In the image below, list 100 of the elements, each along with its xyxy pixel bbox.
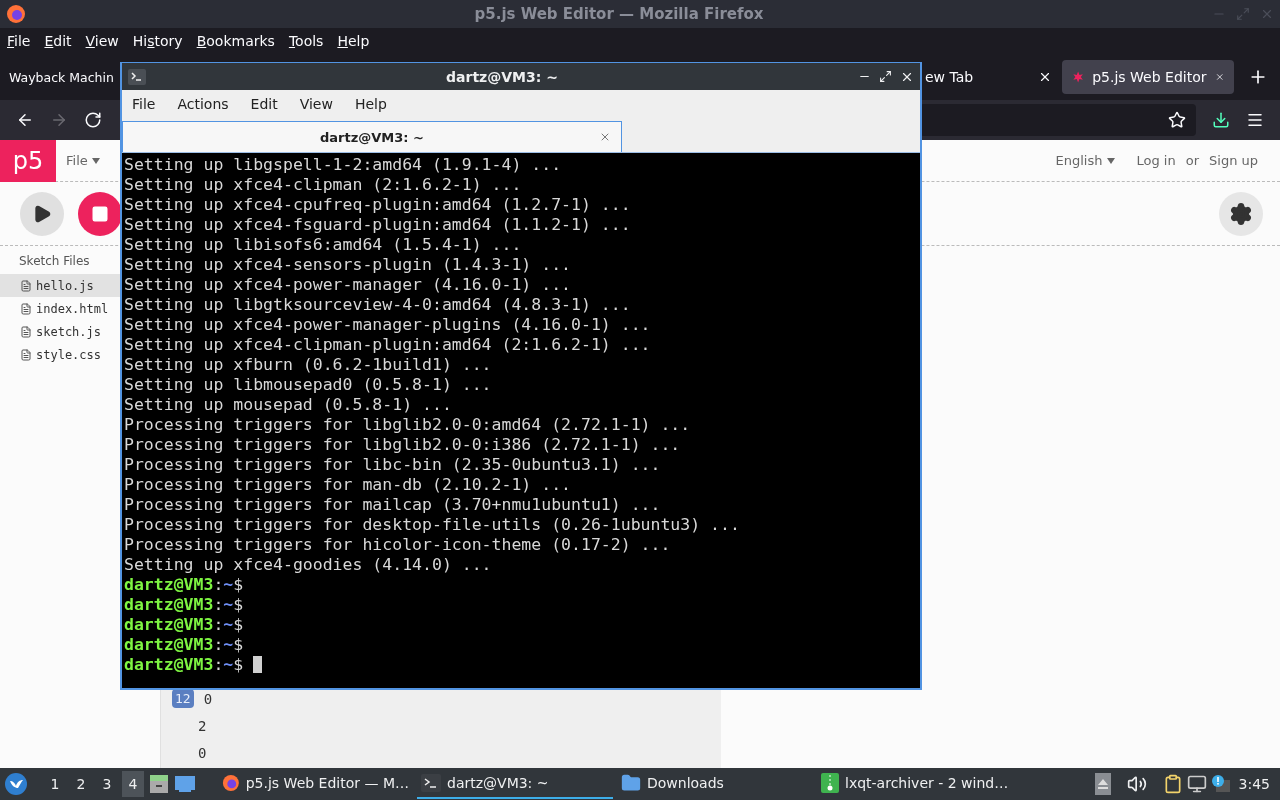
browser-tab[interactable]: ew Tab: [922, 60, 1062, 94]
file-cabinet-icon[interactable]: [148, 773, 170, 795]
or-text: or: [1185, 153, 1199, 168]
workspace-button[interactable]: 1: [44, 771, 66, 797]
sidebar-item[interactable]: hello.js: [0, 274, 120, 297]
taskbar-task[interactable]: Downloads: [617, 769, 813, 799]
maximize-icon[interactable]: [879, 69, 892, 83]
terminal-line: Processing triggers for desktop-file-utils (0.26-1ubuntu3) ...: [124, 515, 741, 535]
menu-item[interactable]: Bookmarks: [196, 33, 275, 49]
clock: 3:45: [1238, 776, 1270, 792]
file-name: sketch.js: [36, 324, 102, 339]
reload-icon[interactable]: [84, 111, 102, 129]
terminal-line: Setting up xfce4-clipman (2:1.6.2-1) ...: [124, 175, 523, 195]
file-icon: [20, 325, 32, 338]
menu-icon[interactable]: [1246, 111, 1264, 129]
browser-tab[interactable]: p5.js Web Editor: [1062, 60, 1234, 94]
close-icon[interactable]: [1038, 70, 1052, 84]
firefox-icon: [6, 4, 26, 24]
download-icon[interactable]: [1212, 111, 1230, 129]
terminal-line: Setting up libgtksourceview-4-0:amd64 (4.8.3-1) ...: [124, 295, 632, 315]
menu-item[interactable]: Tools: [288, 33, 324, 49]
menu-item[interactable]: Actions: [177, 96, 229, 112]
terminal-line: Setting up xfce4-fsguard-plugin:amd64 (1.1.2-1) ...: [124, 215, 632, 235]
browser-tab[interactable]: Wayback Machin: [0, 60, 114, 94]
terminal-line: Setting up xfce4-cpufreq-plugin:amd64 (1.2.7-1) ...: [124, 195, 632, 215]
terminal-line: Setting up libisofs6:amd64 (1.5.4-1) ...: [124, 235, 523, 255]
workspace-button[interactable]: 3: [96, 771, 118, 797]
menu-item[interactable]: File: [7, 33, 31, 49]
window-title: p5.js Web Editor — Mozilla Firefox: [473, 5, 765, 23]
star-icon[interactable]: [1168, 111, 1186, 129]
prompt-line: dartz@VM3:~$: [124, 615, 245, 635]
line-number: 2: [198, 717, 207, 734]
archive-icon: [821, 773, 839, 793]
menu-item[interactable]: View: [299, 96, 333, 112]
language-menu[interactable]: English: [1055, 153, 1115, 168]
terminal-line: Setting up xfburn (0.6.2-1build1) ...: [124, 355, 493, 375]
terminal-line: Setting up xfce4-goodies (4.14.0) ...: [124, 555, 493, 575]
prompt-line: dartz@VM3:~$: [124, 595, 245, 615]
workspace-button[interactable]: 4: [122, 771, 144, 797]
menu-item[interactable]: Help: [354, 96, 387, 112]
caret-icon: [1106, 157, 1115, 164]
caret-icon: [91, 157, 100, 164]
signup-link[interactable]: Sign up: [1209, 153, 1258, 168]
desktop-icon[interactable]: [174, 774, 196, 794]
play-button[interactable]: [20, 191, 64, 236]
taskbar-task[interactable]: dartz@VM3: ~: [417, 769, 613, 799]
prompt-line: dartz@VM3:~$: [124, 655, 920, 675]
terminal-line: Setting up mousepad (0.5.8-1) ...: [124, 395, 453, 415]
login-link[interactable]: Log in: [1136, 153, 1176, 168]
terminal-line: Processing triggers for libglib2.0-0:i386 (2.72.1-1) ...: [124, 435, 682, 455]
volume-icon[interactable]: [1126, 774, 1147, 794]
sidebar-item[interactable]: sketch.js: [0, 320, 120, 343]
file-icon: [20, 302, 32, 315]
file-icon: [20, 279, 32, 292]
sidebar-title: Sketch Files: [18, 254, 91, 270]
settings-icon: [1229, 201, 1253, 226]
terminal-line: Processing triggers for libc-bin (2.35-0ubuntu3.1) ...: [124, 455, 662, 475]
taskbar-task[interactable]: lxqt-archiver - 2 wind…: [817, 769, 1017, 799]
p5-logo[interactable]: p5: [0, 139, 56, 182]
workspace-button[interactable]: 2: [70, 771, 92, 797]
start-menu-icon[interactable]: [4, 772, 28, 796]
file-menu[interactable]: File: [66, 153, 100, 168]
notification-icon[interactable]: [1210, 774, 1231, 794]
menu-item[interactable]: View: [85, 33, 119, 49]
terminal-line: Processing triggers for hicolor-icon-theme (0.17-2) ...: [124, 535, 672, 555]
sidebar-item[interactable]: index.html: [0, 297, 120, 320]
menu-item[interactable]: Edit: [250, 96, 278, 112]
file-name: style.css: [36, 347, 102, 362]
file-icon: [20, 348, 32, 361]
line-number: 0: [203, 690, 213, 707]
stop-icon: [91, 204, 109, 223]
sidebar-item[interactable]: style.css: [0, 343, 120, 366]
menu-item[interactable]: Help: [337, 33, 370, 49]
settings-button[interactable]: [1219, 191, 1263, 236]
terminal-line: Setting up xfce4-clipman-plugin:amd64 (2:1.6.2-1) ...: [124, 335, 652, 355]
menu-item[interactable]: History: [132, 33, 183, 49]
terminal-line: Setting up libgspell-1-2:amd64 (1.9.1-4) ...: [124, 155, 563, 175]
terminal-line: Processing triggers for mailcap (3.70+nmu1ubuntu1) ...: [124, 495, 662, 515]
terminal-line: Processing triggers for man-db (2.10.2-1) ...: [124, 475, 573, 495]
terminal-line: Setting up xfce4-sensors-plugin (1.4.3-1) ...: [124, 255, 573, 275]
prompt-line: dartz@VM3:~$: [124, 635, 245, 655]
back-icon[interactable]: [16, 111, 34, 129]
folder-icon: [621, 773, 641, 793]
prompt-line: dartz@VM3:~$: [124, 575, 245, 595]
terminal-icon: [421, 774, 441, 792]
menu-item[interactable]: Edit: [44, 33, 72, 49]
taskbar-task[interactable]: p5.js Web Editor — M…: [218, 769, 413, 799]
line-number: 0: [198, 744, 207, 761]
terminal-tab[interactable]: dartz@VM3: ~: [122, 121, 622, 152]
terminal-line: Processing triggers for libglib2.0-0:amd64 (2.72.1-1) ...: [124, 415, 692, 435]
file-name: index.html: [36, 301, 109, 316]
eject-icon[interactable]: [1094, 773, 1111, 795]
stop-button[interactable]: [78, 191, 122, 236]
menu-item[interactable]: File: [132, 96, 156, 112]
firefox-icon: [222, 773, 240, 793]
play-icon: [32, 203, 52, 224]
file-name: hello.js: [36, 278, 94, 293]
terminal-line: Setting up libmousepad0 (0.5.8-1) ...: [124, 375, 493, 395]
terminal-line: Setting up xfce4-power-manager-plugins (4.16.0-1) ...: [124, 315, 652, 335]
terminal-icon: [128, 68, 146, 85]
